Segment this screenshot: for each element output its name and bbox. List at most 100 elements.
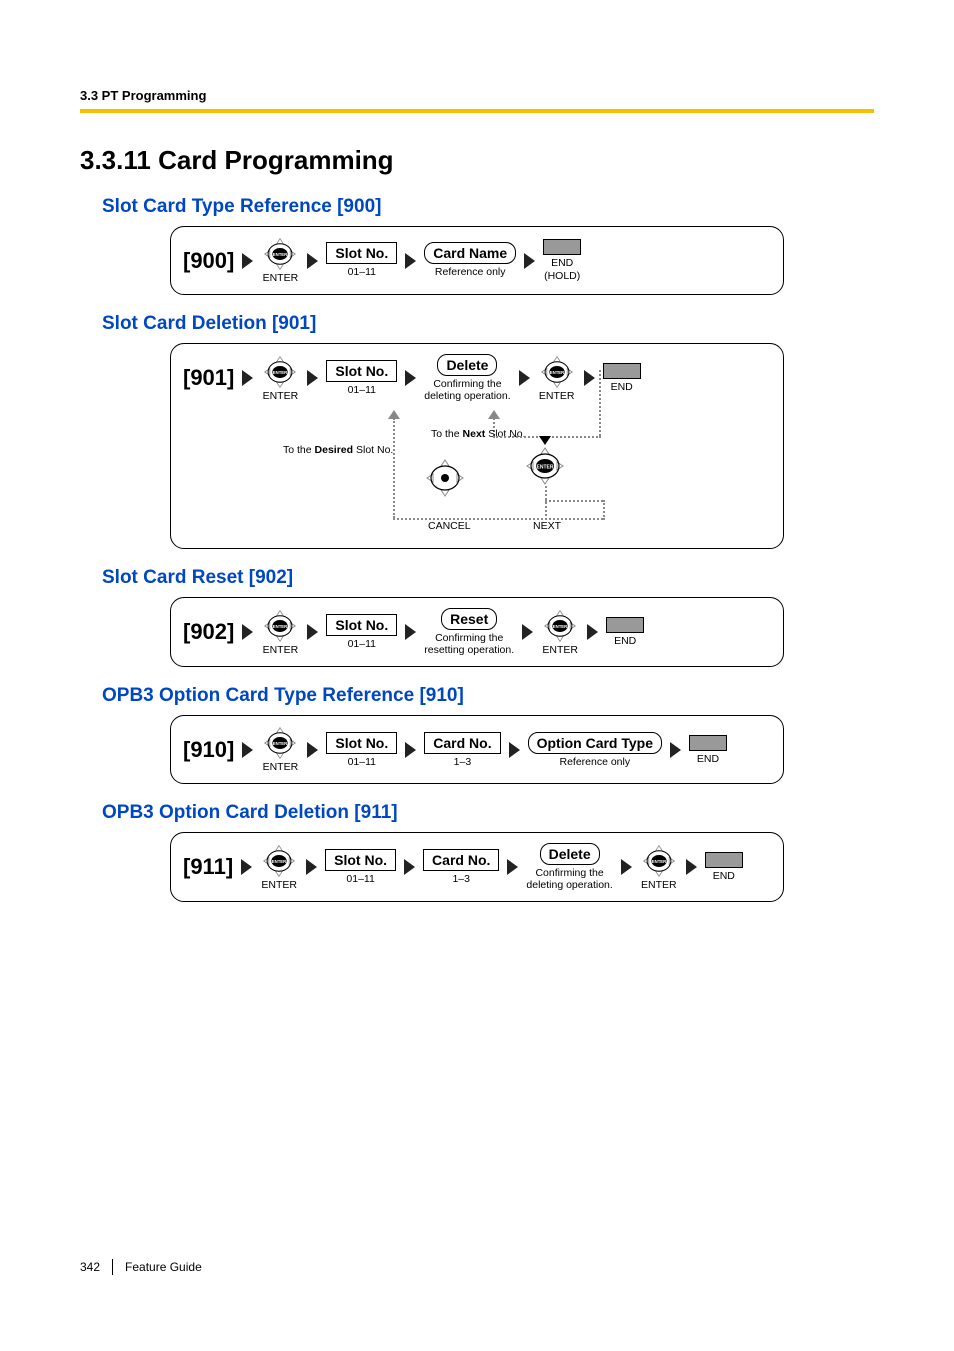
page-title: 3.3.11 Card Programming	[80, 145, 874, 176]
dotted-line	[393, 518, 603, 520]
step-chip: Slot No. 01–11	[326, 732, 397, 768]
page-footer: 342 Feature Guide	[80, 1259, 202, 1275]
step-chip: Slot No.01–11	[326, 242, 397, 278]
header-rule	[80, 109, 874, 113]
chip-sublabel: 01–11	[348, 638, 376, 650]
end-button: END	[603, 363, 641, 393]
chip-sublabel: Confirming theresetting operation.	[424, 632, 514, 656]
dotted-line	[545, 486, 547, 520]
arrow-icon	[241, 859, 252, 875]
chip-sublabel: 01–11	[348, 756, 376, 768]
navpad-icon	[423, 458, 467, 503]
enter-label: ENTER	[542, 644, 578, 656]
subsection-heading[interactable]: Slot Card Reset [902]	[102, 567, 874, 589]
subsection-heading[interactable]: OPB3 Option Card Deletion [911]	[102, 802, 874, 824]
to-next-label: To the Next Slot No.	[431, 428, 526, 440]
procedure-box: [911]ENTERSlot No.01–11Card No.1–3Delete…	[170, 832, 784, 902]
to-desired-label: To the Desired Slot No.	[283, 444, 393, 456]
arrow-icon	[307, 742, 318, 758]
arrow-icon	[242, 624, 253, 640]
page-number: 342	[80, 1260, 100, 1274]
step-chip: Card No.1–3	[424, 732, 500, 768]
enter-button: ENTER	[261, 609, 299, 656]
arrow-icon	[522, 624, 533, 640]
end-label: END(HOLD)	[544, 257, 580, 281]
next-label: NEXT	[533, 520, 561, 532]
step-chip: Slot No.01–11	[326, 614, 397, 650]
arrow-icon	[670, 742, 681, 758]
arrow-icon	[242, 253, 253, 269]
arrow-icon	[686, 859, 697, 875]
enter-icon	[261, 237, 299, 271]
arrow-icon	[405, 253, 416, 269]
procedure-box: [910] ENTER Slot No. 01–11 Card No.1–3 Option…	[170, 715, 784, 784]
step-chip: Slot No. 01–11	[326, 360, 397, 396]
end-key-icon	[603, 363, 641, 379]
end-button: END	[705, 852, 743, 882]
arrow-icon	[242, 742, 253, 758]
arrow-icon	[584, 370, 595, 386]
procedure-box: [901] ENTER Slot No. 01–11 DeleteConfirming …	[170, 343, 784, 549]
chip-label: Card No.	[424, 732, 500, 754]
subsection-heading[interactable]: Slot Card Deletion [901]	[102, 313, 874, 335]
arrow-icon	[405, 624, 416, 640]
arrow-icon	[307, 370, 318, 386]
enter-icon	[261, 726, 299, 760]
chip-label: Slot No.	[326, 732, 397, 754]
chip-label: Option Card Type	[528, 732, 662, 754]
dotted-line	[393, 418, 395, 518]
chip-label: Slot No.	[326, 360, 397, 382]
chip-sublabel: Confirming thedeleting operation.	[526, 867, 612, 891]
step-chip: DeleteConfirming thedeleting operation.	[424, 354, 510, 402]
end-button: END	[689, 735, 727, 765]
procedure-row: [910] ENTER Slot No. 01–11 Card No.1–3 Option…	[183, 726, 771, 773]
end-button: END	[606, 617, 644, 647]
dotted-line	[545, 500, 603, 502]
enter-icon	[640, 844, 678, 878]
enter-button: ENTER	[260, 844, 298, 891]
end-key-icon	[705, 852, 743, 868]
end-label: END	[697, 753, 719, 765]
chip-label: Card Name	[424, 242, 516, 264]
chip-label: Slot No.	[325, 849, 396, 871]
chip-label: Reset	[441, 608, 497, 630]
chip-sublabel: Reference only	[435, 266, 506, 278]
footer-doc-title: Feature Guide	[125, 1260, 202, 1274]
breadcrumb: 3.3 PT Programming	[80, 88, 874, 103]
procedure-row: [911]ENTERSlot No.01–11Card No.1–3Delete…	[183, 843, 771, 891]
arrow-icon	[242, 370, 253, 386]
program-code: [900]	[183, 248, 234, 274]
arrow-icon	[404, 859, 415, 875]
enter-button: ENTER	[261, 355, 299, 402]
chip-sublabel: Confirming thedeleting operation.	[424, 378, 510, 402]
enter-label: ENTER	[261, 879, 297, 891]
enter-icon	[541, 609, 579, 643]
procedure-row: [900]ENTERSlot No.01–11Card NameReferenc…	[183, 237, 771, 284]
chip-sublabel: 01–11	[348, 384, 376, 396]
arrow-icon	[306, 859, 317, 875]
arrow-down-icon	[539, 436, 551, 445]
program-code: [910]	[183, 737, 234, 763]
step-chip: Option Card TypeReference only	[528, 732, 662, 768]
end-label: END	[614, 635, 636, 647]
program-code: [901]	[183, 365, 234, 391]
arrow-icon	[524, 253, 535, 269]
arrow-icon	[307, 624, 318, 640]
enter-label: ENTER	[641, 879, 677, 891]
footer-divider	[112, 1259, 113, 1275]
enter-icon	[260, 844, 298, 878]
enter-button: ENTER	[541, 609, 579, 656]
step-chip: ResetConfirming theresetting operation.	[424, 608, 514, 656]
enter-button: ENTER	[261, 726, 299, 773]
subsection-heading[interactable]: OPB3 Option Card Type Reference [910]	[102, 685, 874, 707]
end-key-icon	[606, 617, 644, 633]
step-chip: Card Name Reference only	[424, 242, 516, 278]
subsection-heading[interactable]: Slot Card Type Reference [900]	[102, 196, 874, 218]
enter-button: ENTER	[640, 844, 678, 891]
procedure-box: [902]ENTERSlot No.01–11ResetConfirming t…	[170, 597, 784, 667]
cancel-label: CANCEL	[428, 520, 471, 532]
chip-label: Slot No.	[326, 242, 397, 264]
procedure-row: [901] ENTER Slot No. 01–11 DeleteConfirming …	[183, 354, 771, 402]
end-key-icon	[543, 239, 581, 255]
end-key-icon	[689, 735, 727, 751]
